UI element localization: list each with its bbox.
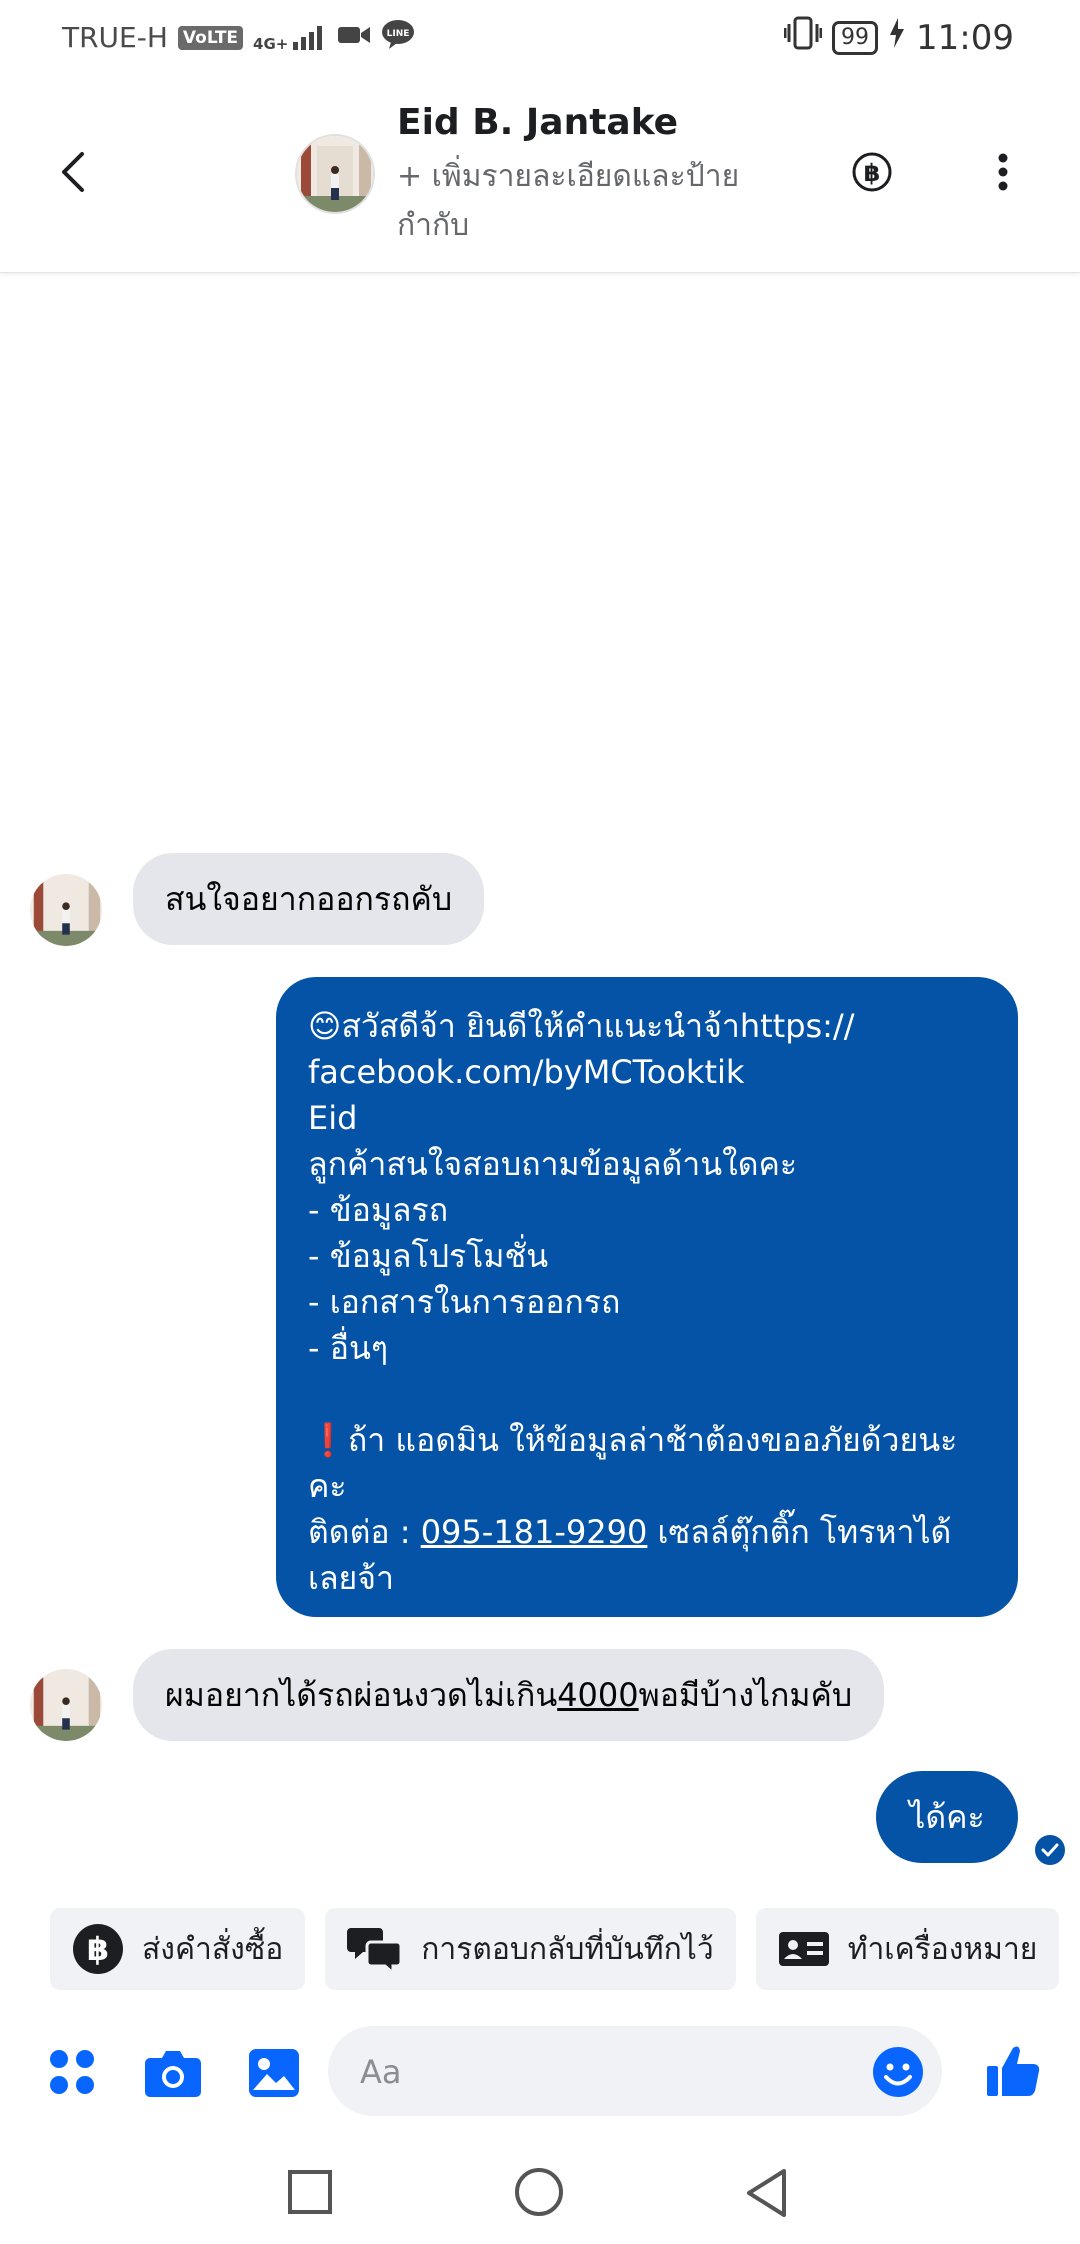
vibrate-icon <box>783 16 823 59</box>
camera-button[interactable] <box>144 2048 202 2102</box>
chip-label: ทำเครื่องหมาย <box>847 1931 1038 1967</box>
message-line: 😊สวัสดีจ้า ยินดีให้คำแนะนำจ้าhttps:// <box>308 1007 855 1045</box>
image-icon <box>249 2049 299 2097</box>
contact-card-icon <box>778 1932 829 1966</box>
message-line: - ข้อมูลรถ <box>308 1191 449 1229</box>
outgoing-message[interactable]: 😊สวัสดีจ้า ยินดีให้คำแนะนำจ้าhttps:// fa… <box>276 977 1018 1617</box>
incoming-message[interactable]: สนใจอยากออกรถคับ <box>133 853 485 945</box>
incoming-message[interactable]: ผมอยากได้รถผ่อนงวดไม่เกิน4000พอมีบ้างไกม… <box>133 1649 885 1741</box>
message-line: ❗ถ้า แอดมิน ให้ข้อมูลล่าช้าต้องขออภัยด้ว… <box>308 1421 958 1459</box>
more-options-button[interactable] <box>988 150 1018 194</box>
chevron-left-icon <box>62 152 84 192</box>
chat-header: Eid B. Jantake + เพิ่มรายละเอียดและป้ายก… <box>0 72 1080 273</box>
message-text-prefix: ผมอยากได้รถผ่อนงวดไม่เกิน <box>165 1676 558 1714</box>
circle-icon <box>515 2168 563 2216</box>
chip-label: ส่งคำสั่งซื้อ <box>142 1931 284 1967</box>
contact-line: ติดต่อ : 095-181-9290 เซลล์ตุ๊กติ๊ก โทรห… <box>308 1509 957 1555</box>
svg-text:฿: ฿ <box>864 159 881 187</box>
smiley-icon <box>873 2047 923 2097</box>
home-button[interactable] <box>514 2167 564 2221</box>
message-line <box>308 1371 957 1417</box>
thumbs-up-icon <box>987 2046 1040 2096</box>
svg-text:฿: ฿ <box>87 1930 109 1968</box>
order-button[interactable]: ฿ <box>852 152 892 192</box>
contact-prefix: ติดต่อ : <box>308 1513 421 1551</box>
phone-link[interactable]: 095-181-9290 <box>421 1513 648 1551</box>
message-line: - ข้อมูลโปรโมชั่น <box>308 1237 549 1275</box>
svg-text:LINE: LINE <box>387 29 410 39</box>
more-vertical-icon <box>998 153 1008 191</box>
network-type: 4G+ <box>253 34 289 53</box>
gallery-button[interactable] <box>248 2048 300 2102</box>
sender-avatar[interactable] <box>30 1669 102 1741</box>
message-line: คะ <box>308 1467 347 1505</box>
message-line: Eid <box>308 1099 358 1137</box>
composer-bar <box>0 2020 1080 2130</box>
like-button[interactable] <box>985 2042 1041 2102</box>
avatar-photo <box>30 1669 102 1741</box>
saved-replies-chip[interactable]: การตอบกลับที่บันทึกไว้ <box>325 1908 736 1990</box>
message-line: - อื่นๆ <box>308 1329 388 1367</box>
contact-suffix: เซลล์ตุ๊กติ๊ก โทรหาได้ <box>647 1513 952 1551</box>
charging-icon <box>888 17 906 58</box>
status-right: 99 11:09 <box>783 16 1014 59</box>
system-nav-bar <box>0 2150 1080 2244</box>
status-left: TRUE-H VoLTE 4G+ LINE <box>62 18 415 57</box>
line-app-icon: LINE <box>381 18 415 57</box>
mark-chip[interactable]: ทำเครื่องหมาย <box>755 1908 1060 1990</box>
baht-icon: ฿ <box>852 152 892 192</box>
camera-icon <box>145 2051 201 2097</box>
avatar-photo <box>297 136 373 212</box>
video-camera-icon <box>337 21 371 54</box>
chip-label: การตอบกลับที่บันทึกไว้ <box>421 1931 714 1967</box>
volte-badge: VoLTE <box>177 25 244 50</box>
carrier-label: TRUE-H <box>62 21 168 54</box>
message-line: เลยจ้า <box>308 1559 395 1597</box>
chat-bubbles-icon <box>347 1928 403 1974</box>
back-button[interactable] <box>52 142 96 202</box>
message-input-wrapper <box>328 2026 942 2118</box>
amount-text: 4000 <box>557 1676 639 1714</box>
triangle-back-icon <box>747 2169 786 2217</box>
square-icon <box>288 2170 332 2214</box>
emoji-button[interactable] <box>872 2046 924 2098</box>
baht-icon: ฿ <box>73 1924 123 1974</box>
quick-reply-bar: ฿ ส่งคำสั่งซื้อ การตอบกลับที่บันทึกไว้ ท… <box>50 1908 1060 1990</box>
contact-avatar[interactable] <box>295 134 375 214</box>
contact-name[interactable]: Eid B. Jantake <box>397 102 678 143</box>
recent-apps-button[interactable] <box>288 2170 332 2218</box>
add-details-link[interactable]: + เพิ่มรายละเอียดและป้ายกำกับ <box>397 152 777 250</box>
read-receipt-icon <box>1034 1834 1066 1866</box>
message-line: facebook.com/byMCTooktik <box>308 1053 745 1091</box>
back-nav-button[interactable] <box>744 2168 790 2222</box>
clock: 11:09 <box>916 17 1014 58</box>
battery-indicator: 99 <box>832 20 879 55</box>
message-text-suffix: พอมีบ้างไกมคับ <box>638 1676 853 1714</box>
grid-dots-icon <box>50 2050 94 2094</box>
message-line: - เอกสารในการออกรถ <box>308 1283 621 1321</box>
more-actions-button[interactable] <box>48 2048 96 2100</box>
avatar-photo <box>30 874 102 946</box>
send-order-chip[interactable]: ฿ ส่งคำสั่งซื้อ <box>50 1908 306 1990</box>
outgoing-message[interactable]: ได้คะ <box>876 1771 1018 1863</box>
sender-avatar[interactable] <box>30 874 102 946</box>
signal-icon: 4G+ <box>253 24 327 52</box>
message-line: ลูกค้าสนใจสอบถามข้อมูลด้านใดคะ <box>308 1145 798 1183</box>
message-text: 😊สวัสดีจ้า ยินดีให้คำแนะนำจ้าhttps:// fa… <box>308 1003 957 1601</box>
message-input[interactable] <box>358 2026 832 2118</box>
status-bar: TRUE-H VoLTE 4G+ LINE 99 11:09 <box>0 0 1080 72</box>
